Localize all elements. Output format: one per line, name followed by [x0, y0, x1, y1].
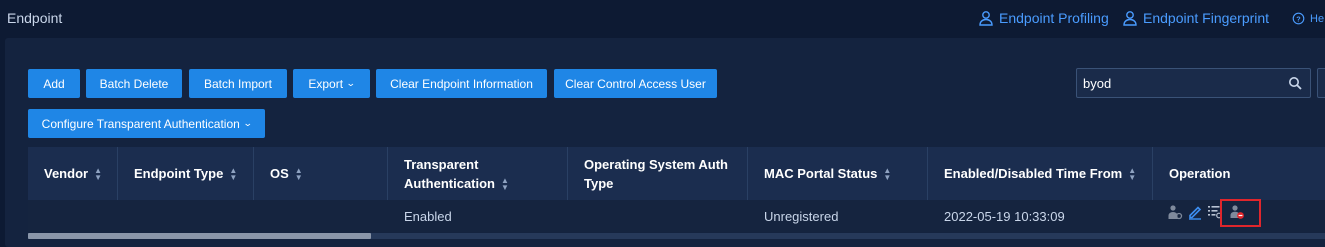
- user-icon: [979, 11, 993, 26]
- configure-transparent-auth-button[interactable]: Configure Transparent Authentication ⌄: [28, 109, 265, 138]
- search-input[interactable]: [1083, 69, 1283, 97]
- batch-delete-button[interactable]: Batch Delete: [86, 69, 182, 98]
- column-header-time-from[interactable]: Enabled/Disabled Time From ▲ ▼: [928, 147, 1153, 200]
- endpoint-profiling-link[interactable]: Endpoint Profiling: [978, 10, 1109, 26]
- endpoint-fingerprint-label: Endpoint Fingerprint: [1143, 10, 1270, 26]
- chevron-down-icon: ⌄: [345, 78, 356, 88]
- clear-control-access-user-button[interactable]: Clear Control Access User: [554, 69, 717, 98]
- configure-transparent-auth-label: Configure Transparent Authentication: [41, 116, 240, 131]
- column-label: Enabled/Disabled Time From: [944, 166, 1123, 181]
- batch-delete-label: Batch Delete: [99, 76, 169, 91]
- search-icon[interactable]: [1288, 76, 1302, 90]
- cell-endpoint-type: [118, 200, 134, 232]
- endpoint-fingerprint-link[interactable]: Endpoint Fingerprint: [1122, 10, 1269, 26]
- search-box: [1076, 68, 1311, 98]
- column-header-mac-portal-status[interactable]: MAC Portal Status ▲ ▼: [748, 147, 928, 200]
- sort-icon: ▲ ▼: [94, 165, 102, 182]
- cell-mac-portal-status: Unregistered: [764, 208, 839, 224]
- batch-import-button[interactable]: Batch Import: [189, 69, 287, 98]
- clear-endpoint-info-label: Clear Endpoint Information: [390, 76, 533, 91]
- help-label: He: [1310, 12, 1325, 25]
- table-header: Vendor ▲ ▼ Endpoint Type ▲ ▼ OS ▲ ▼ Transpa…: [28, 147, 1325, 200]
- help-icon: ?: [1292, 12, 1305, 25]
- filter-box[interactable]: [1317, 68, 1325, 98]
- cell-transparent-authentication: Enabled: [404, 208, 452, 224]
- endpoint-profiling-label: Endpoint Profiling: [999, 10, 1109, 26]
- export-label: Export: [308, 76, 344, 91]
- sort-icon: ▲ ▼: [1128, 165, 1137, 182]
- column-label: OS: [270, 166, 289, 181]
- table-row[interactable]: Enabled Unregistered 2022-05-19 10:33:09: [28, 200, 1325, 232]
- column-header-transparent-authentication[interactable]: Transparent Authentication ▲ ▼: [388, 147, 568, 200]
- column-label-text: Transparent Authentication: [404, 156, 495, 191]
- cell-os-auth-type: [568, 200, 584, 232]
- highlight-box: [1220, 199, 1261, 227]
- sort-icon: ▲ ▼: [501, 176, 509, 193]
- user-icon: [1123, 11, 1137, 26]
- column-header-vendor[interactable]: Vendor ▲ ▼: [28, 147, 118, 200]
- column-label: Operating System Auth Type: [584, 156, 728, 191]
- column-label: Endpoint Type: [134, 166, 224, 181]
- column-header-os[interactable]: OS ▲ ▼: [254, 147, 388, 200]
- add-button[interactable]: Add: [28, 69, 80, 98]
- column-label: MAC Portal Status: [764, 166, 878, 181]
- sort-icon: ▲ ▼: [294, 165, 303, 182]
- scrollbar-thumb[interactable]: [28, 233, 371, 239]
- column-header-operation: Operation: [1153, 147, 1325, 200]
- cell-time-from: 2022-05-19 10:33:09: [944, 208, 1065, 224]
- column-label: Operation: [1169, 166, 1231, 181]
- user-auth-icon[interactable]: [1167, 204, 1183, 220]
- clear-control-access-user-label: Clear Control Access User: [565, 76, 706, 91]
- page-title: Endpoint: [7, 10, 63, 26]
- chevron-down-icon: ⌄: [242, 118, 253, 128]
- batch-import-label: Batch Import: [203, 76, 273, 91]
- sort-icon: ▲ ▼: [883, 165, 892, 182]
- horizontal-scrollbar[interactable]: [28, 233, 1325, 239]
- cell-os: [254, 200, 270, 232]
- svg-text:?: ?: [1296, 14, 1301, 23]
- column-label: Vendor: [44, 166, 89, 181]
- clear-endpoint-info-button[interactable]: Clear Endpoint Information: [376, 69, 547, 98]
- sort-icon: ▲ ▼: [229, 165, 238, 182]
- column-header-endpoint-type[interactable]: Endpoint Type ▲ ▼: [118, 147, 254, 200]
- column-label: Transparent Authentication ▲ ▼: [404, 155, 524, 193]
- edit-icon[interactable]: [1187, 204, 1203, 220]
- cell-vendor: [28, 200, 44, 232]
- help-link[interactable]: ? He: [1292, 12, 1324, 25]
- top-bar: Endpoint Endpoint Profiling Endpoint Fin…: [0, 0, 1325, 38]
- export-dropdown-button[interactable]: Export ⌄: [293, 69, 370, 98]
- add-button-label: Add: [43, 76, 65, 91]
- column-header-os-auth-type: Operating System Auth Type: [568, 147, 748, 200]
